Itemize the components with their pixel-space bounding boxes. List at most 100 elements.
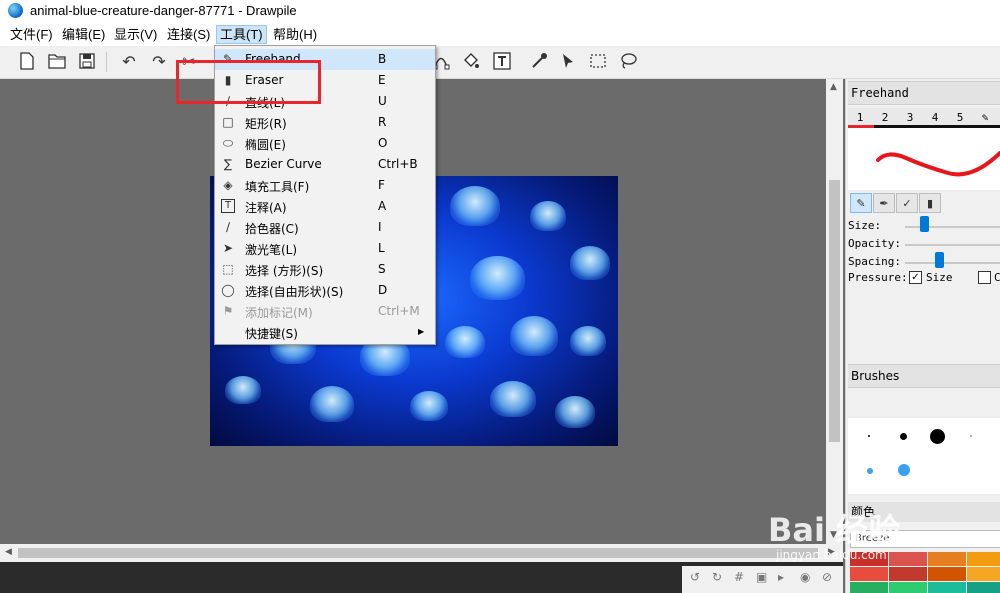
tool-slot-3[interactable]: 3 [899,110,921,126]
pressure-size-checkbox[interactable]: ✓ [909,271,922,284]
brushes-title: Brushes [848,364,1000,388]
color-swatch[interactable] [928,582,966,593]
menu-session[interactable]: 连接(S) [164,26,213,43]
spacing-slider-handle[interactable] [935,252,944,268]
pressure-label: Pressure: [848,271,908,284]
tool-slot-5[interactable]: 5 [949,110,971,126]
brush-preset[interactable] [930,429,945,444]
fill-tool-icon[interactable] [460,50,482,72]
menu-item-rect-select[interactable]: ⬚ 选择 (方形)(S) S [215,259,435,280]
size-slider-handle[interactable] [920,216,929,232]
menu-item-label: 选择(自由形状)(S) [245,285,344,299]
block-icon[interactable]: ⊘ [822,570,832,584]
lasso-select-tool-icon[interactable] [617,50,639,72]
tool-slot-2[interactable]: 2 [874,110,896,126]
menu-item-label: 注释(A) [245,201,287,215]
soft-brush-icon[interactable]: ✒ [873,193,895,213]
pressure-opacity-checkbox[interactable] [978,271,991,284]
vertical-scroll-thumb[interactable] [829,180,840,442]
scroll-left-icon[interactable]: ◀ [5,547,12,557]
brush-preset[interactable] [867,468,873,474]
rotate-left-icon[interactable]: ↺ [690,570,700,584]
lasso-select-icon: ◯ [221,283,235,297]
color-swatch[interactable] [967,582,1000,593]
menu-item-annotation[interactable]: T 注释(A) A [215,196,435,217]
announce-icon[interactable]: ▸ [778,570,784,584]
color-swatch[interactable] [967,567,1000,581]
save-icon[interactable] [76,50,98,72]
menu-item-label: 填充工具(F) [245,180,310,194]
ellipse-icon: ⬭ [222,136,234,150]
open-folder-icon[interactable] [46,50,68,72]
highlight-box [176,60,321,104]
submenu-arrow-icon: ▶ [418,327,425,336]
menu-item-shortcut: D [378,283,388,297]
menu-item-shortcut: S [378,262,386,276]
grid-icon[interactable]: # [734,570,744,584]
color-swatch[interactable] [928,567,966,581]
scroll-up-icon[interactable]: ▲ [830,82,837,92]
menu-item-label: 拾色器(C) [245,222,299,236]
brush-preset[interactable] [900,433,907,440]
laser-pointer-tool-icon[interactable] [557,50,579,72]
menu-item-shortcuts[interactable]: 快捷键(S) ▶ [215,322,435,343]
tool-slot-1[interactable]: 1 [849,110,871,126]
eraser-slot-icon[interactable]: ✎ [974,110,996,126]
new-file-icon[interactable] [16,50,38,72]
annotation-icon: T [221,199,235,213]
pixel-brush-icon[interactable]: ✎ [850,193,872,213]
drawpile-logo-icon [8,3,23,18]
color-swatch[interactable] [967,552,1000,566]
color-swatch[interactable] [889,552,927,566]
color-swatch[interactable] [889,582,927,593]
menu-item-lasso-select[interactable]: ◯ 选择(自由形状)(S) D [215,280,435,301]
menu-item-shortcut: F [378,178,385,192]
menu-item-shortcut: Ctrl+B [378,157,418,171]
menu-item-label: 选择 (方形)(S) [245,264,324,278]
menu-item-shortcut: A [378,199,387,213]
brush-preset[interactable] [868,435,870,437]
brush-preset[interactable] [970,435,972,437]
menu-view[interactable]: 显示(V) [111,26,160,43]
pressure-c-label: C [994,271,1000,284]
opacity-slider-track[interactable] [905,244,1000,246]
color-swatch[interactable] [850,582,888,593]
annotation-tool-icon[interactable] [491,50,513,72]
menu-tools[interactable]: 工具(T) [216,25,267,44]
color-swatch[interactable] [850,567,888,581]
watermark-logo: Bai 经验 [768,511,901,549]
brush-preview [848,128,1000,190]
size-label: Size: [848,219,882,232]
flag-icon: ⚑ [222,304,234,318]
eraser-mode-icon[interactable]: ▮ [919,193,941,213]
menu-item-bezier-curve[interactable]: ∑ Bezier Curve Ctrl+B [215,154,435,175]
camera-icon[interactable]: ◉ [800,570,810,584]
horizontal-scroll-thumb[interactable] [18,548,818,558]
menu-item-color-picker[interactable]: ∕ 拾色器(C) I [215,217,435,238]
brush-preset[interactable] [898,464,910,476]
menu-item-laser-pointer[interactable]: ➤ 激光笔(L) L [215,238,435,259]
redo-icon[interactable]: ↷ [148,50,170,72]
tool-slot-4[interactable]: 4 [924,110,946,126]
menu-file[interactable]: 文件(F) [7,26,56,43]
color-swatch[interactable] [928,552,966,566]
undo-icon[interactable]: ↶ [118,50,140,72]
rect-select-tool-icon[interactable] [587,50,609,72]
smudge-brush-icon[interactable]: ✓ [896,193,918,213]
color-swatch[interactable] [889,567,927,581]
menu-item-shortcut: U [378,94,387,108]
toolbar-divider [106,52,107,72]
color-picker-tool-icon[interactable] [528,50,550,72]
spacing-slider-track[interactable] [905,262,1000,264]
menu-edit[interactable]: 编辑(E) [59,26,108,43]
menu-item-label: 激光笔(L) [245,243,298,257]
menu-item-ellipse[interactable]: ⬭ 椭圆(E) O [215,133,435,154]
fill-icon: ◈ [223,178,233,192]
menu-help[interactable]: 帮助(H) [270,26,320,43]
bezier-icon: ∑ [223,157,233,171]
menu-item-fill[interactable]: ◈ 填充工具(F) F [215,175,435,196]
rotate-right-icon[interactable]: ↻ [712,570,722,584]
lock-icon[interactable]: ▣ [756,570,767,584]
tool-settings-title: Freehand [848,81,1000,105]
menu-item-rectangle[interactable]: □ 矩形(R) R [215,112,435,133]
